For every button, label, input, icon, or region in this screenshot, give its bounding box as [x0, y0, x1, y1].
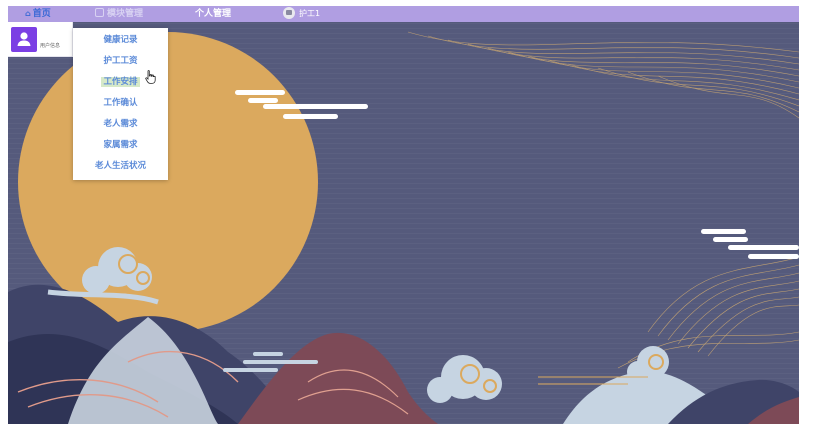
moon [18, 32, 318, 332]
home-icon: ⌂ [25, 9, 31, 18]
menu-item-elderly-needs[interactable]: 老人需求 [73, 117, 168, 131]
module-dropdown-menu: 健康记录 护工工资 工作安排 工作确认 老人需求 家属需求 老人生活状况 [73, 28, 168, 180]
menu-item-label: 护工工资 [103, 56, 138, 66]
menu-item-elderly-living-status[interactable]: 老人生活状况 [73, 159, 168, 173]
top-navbar: ⌂ 首页 模块管理 个人管理 护工1 [8, 6, 799, 22]
menu-item-caregiver-salary[interactable]: 护工工资 [73, 54, 168, 68]
menu-item-label: 健康记录 [103, 35, 138, 45]
nav-home[interactable]: ⌂ 首页 [25, 6, 51, 22]
menu-item-label: 工作安排 [101, 77, 140, 87]
avatar-icon [283, 6, 295, 19]
menu-item-label: 工作确认 [103, 98, 138, 108]
menu-item-label: 老人需求 [103, 119, 138, 129]
user-info-box[interactable]: 用户信息 [8, 22, 73, 57]
menu-item-health-record[interactable]: 健康记录 [73, 33, 168, 47]
nav-home-label: 首页 [32, 9, 51, 19]
nav-module-management[interactable]: 模块管理 [95, 6, 143, 22]
nav-user-menu[interactable]: 护工1 [283, 6, 320, 22]
hand-cursor-icon [145, 70, 156, 84]
menu-item-label: 老人生活状况 [94, 161, 146, 171]
white-clouds [235, 90, 799, 259]
nav-personal-management[interactable]: 个人管理 [195, 6, 231, 22]
grid-icon [95, 8, 104, 17]
nav-user-label: 护工1 [299, 9, 321, 18]
menu-item-label: 家属需求 [103, 140, 138, 150]
menu-item-family-needs[interactable]: 家属需求 [73, 138, 168, 152]
bottom-strip [0, 424, 815, 431]
user-info-label: 用户信息 [40, 43, 61, 49]
gold-wave-lines-top [407, 31, 799, 119]
nav-module-label: 模块管理 [107, 9, 144, 19]
nav-personal-label: 个人管理 [195, 9, 232, 19]
menu-item-work-confirm[interactable]: 工作确认 [73, 96, 168, 110]
user-icon [11, 27, 37, 52]
mountain-center-red [238, 332, 438, 424]
